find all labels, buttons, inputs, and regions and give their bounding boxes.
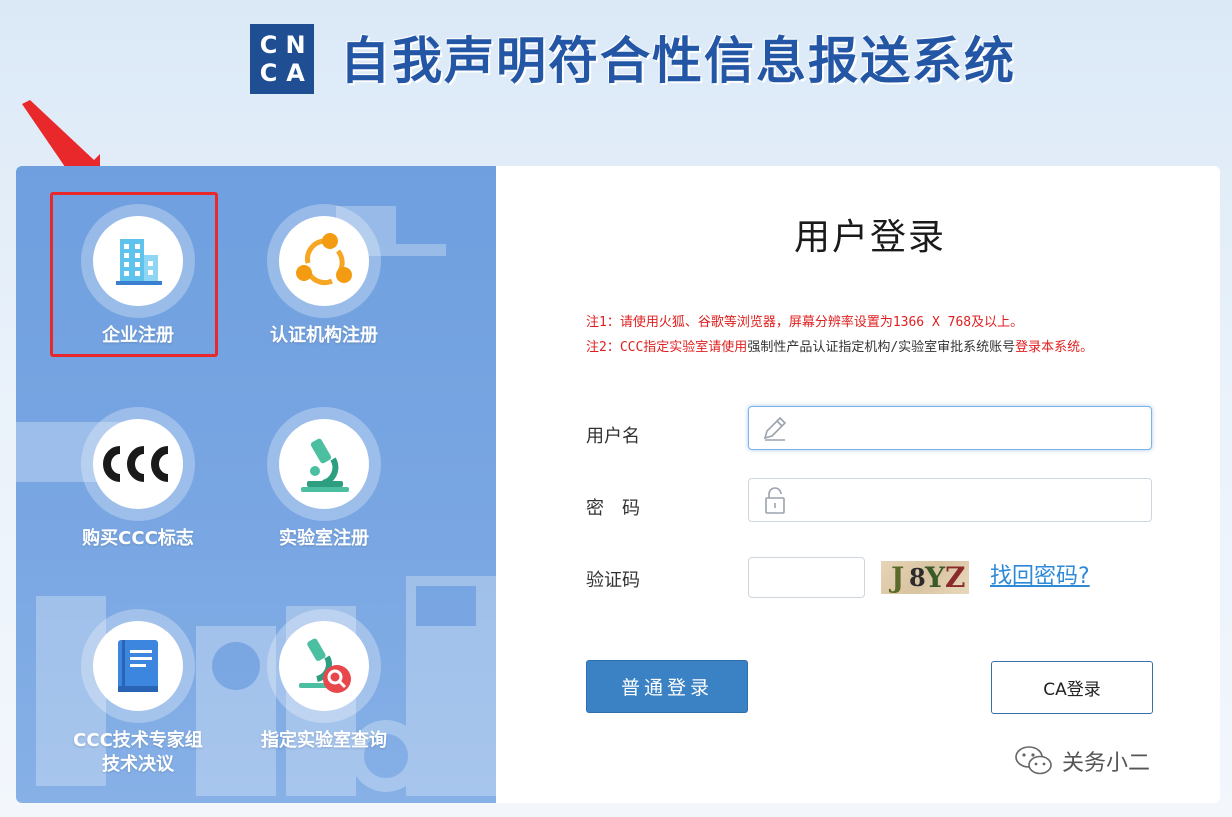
tile-label: CCC技术专家组技术决议	[73, 730, 203, 775]
registration-panel: 企业注册 认证机构注册 购买CCC标志 实验室注册 CCC技术专家组技术决议 指…	[16, 166, 496, 803]
note-part: 注2：CCC指定实验室请使用	[586, 340, 748, 355]
tile-icon-ring	[267, 609, 381, 723]
lock-icon	[765, 487, 785, 514]
wechat-watermark: 关务小二	[1014, 744, 1150, 778]
tile-icon-bg	[279, 419, 369, 509]
ca-login-button[interactable]: CA登录	[991, 661, 1153, 714]
forgot-password-link[interactable]: 找回密码?	[990, 558, 1090, 590]
tile-ccc-expert-resolution[interactable]: CCC技术专家组技术决议	[58, 609, 218, 777]
logo-letter: C	[259, 59, 278, 87]
password-label: 密 码	[586, 498, 640, 519]
tile-icon-ring	[267, 204, 381, 318]
username-field[interactable]	[748, 406, 1152, 450]
tile-label: 实验室注册	[279, 528, 369, 549]
browser-note: 注1：请使用火狐、谷歌等浏览器，屏幕分辨率设置为1366 X 768及以上。	[586, 315, 1024, 330]
captcha-char: Z	[945, 561, 966, 594]
logo-letter: N	[285, 31, 306, 59]
logo-letter: C	[259, 31, 278, 59]
login-title: 用户登录	[793, 217, 946, 258]
tile-certification-body-register[interactable]: 认证机构注册	[244, 204, 404, 348]
username-label: 用户名	[586, 426, 640, 447]
normal-login-button[interactable]: 普通登录	[586, 660, 748, 713]
captcha-image[interactable]: J 8 Y Z	[881, 561, 969, 594]
tile-icon-ring	[81, 609, 195, 723]
captcha-char: Y	[925, 561, 945, 594]
captcha-input[interactable]	[748, 557, 865, 598]
tile-label: 认证机构注册	[270, 325, 378, 346]
network-nodes-icon	[296, 233, 352, 286]
watermark-text: 关务小二	[1062, 751, 1151, 776]
tile-buy-ccc-mark[interactable]: 购买CCC标志	[58, 407, 218, 551]
note-part-system-name: 强制性产品认证指定机构/实验室审批系统账号	[747, 340, 1016, 355]
password-input[interactable]	[797, 480, 1151, 520]
username-input[interactable]	[797, 408, 1151, 448]
lab-account-note: 注2：CCC指定实验室请使用强制性产品认证指定机构/实验室审批系统账号登录本系统…	[586, 335, 1166, 360]
tile-enterprise-register[interactable]: 企业注册	[58, 204, 218, 348]
logo-letter: A	[286, 59, 305, 87]
microscope-icon	[301, 438, 349, 492]
tile-icon-ring	[81, 407, 195, 521]
password-field[interactable]	[748, 478, 1152, 522]
tile-label: 购买CCC标志	[82, 528, 194, 549]
tile-icon-bg	[279, 216, 369, 306]
wechat-icon	[1015, 746, 1052, 775]
captcha-label: 验证码	[586, 570, 640, 591]
tile-icon-bg	[279, 621, 369, 711]
login-panel: 用户登录 注1：请使用火狐、谷歌等浏览器，屏幕分辨率设置为1366 X 768及…	[496, 166, 1220, 803]
tile-icon-bg	[93, 216, 183, 306]
pencil-icon	[763, 416, 787, 441]
tile-icon-ring	[81, 204, 195, 318]
tile-icon-bg	[93, 419, 183, 509]
tile-laboratory-register[interactable]: 实验室注册	[244, 407, 404, 551]
tile-label: 企业注册	[102, 325, 174, 346]
building-icon	[116, 239, 162, 285]
microscope-search-icon	[299, 638, 351, 693]
tile-icon-ring	[267, 407, 381, 521]
cnca-logo: C N C A	[250, 24, 314, 94]
page-header: C N C A 自我声明符合性信息报送系统	[0, 0, 1232, 150]
captcha-char: J	[891, 561, 905, 594]
system-title: 自我声明符合性信息报送系统	[340, 32, 1016, 90]
note-part: 登录本系统。	[1015, 340, 1094, 355]
tile-label: 指定实验室查询	[261, 730, 387, 751]
captcha-char: 8	[909, 563, 926, 592]
book-icon	[118, 640, 158, 692]
tile-icon-bg	[93, 621, 183, 711]
tile-designated-lab-query[interactable]: 指定实验室查询	[244, 609, 404, 753]
ccc-mark-icon	[103, 446, 169, 482]
